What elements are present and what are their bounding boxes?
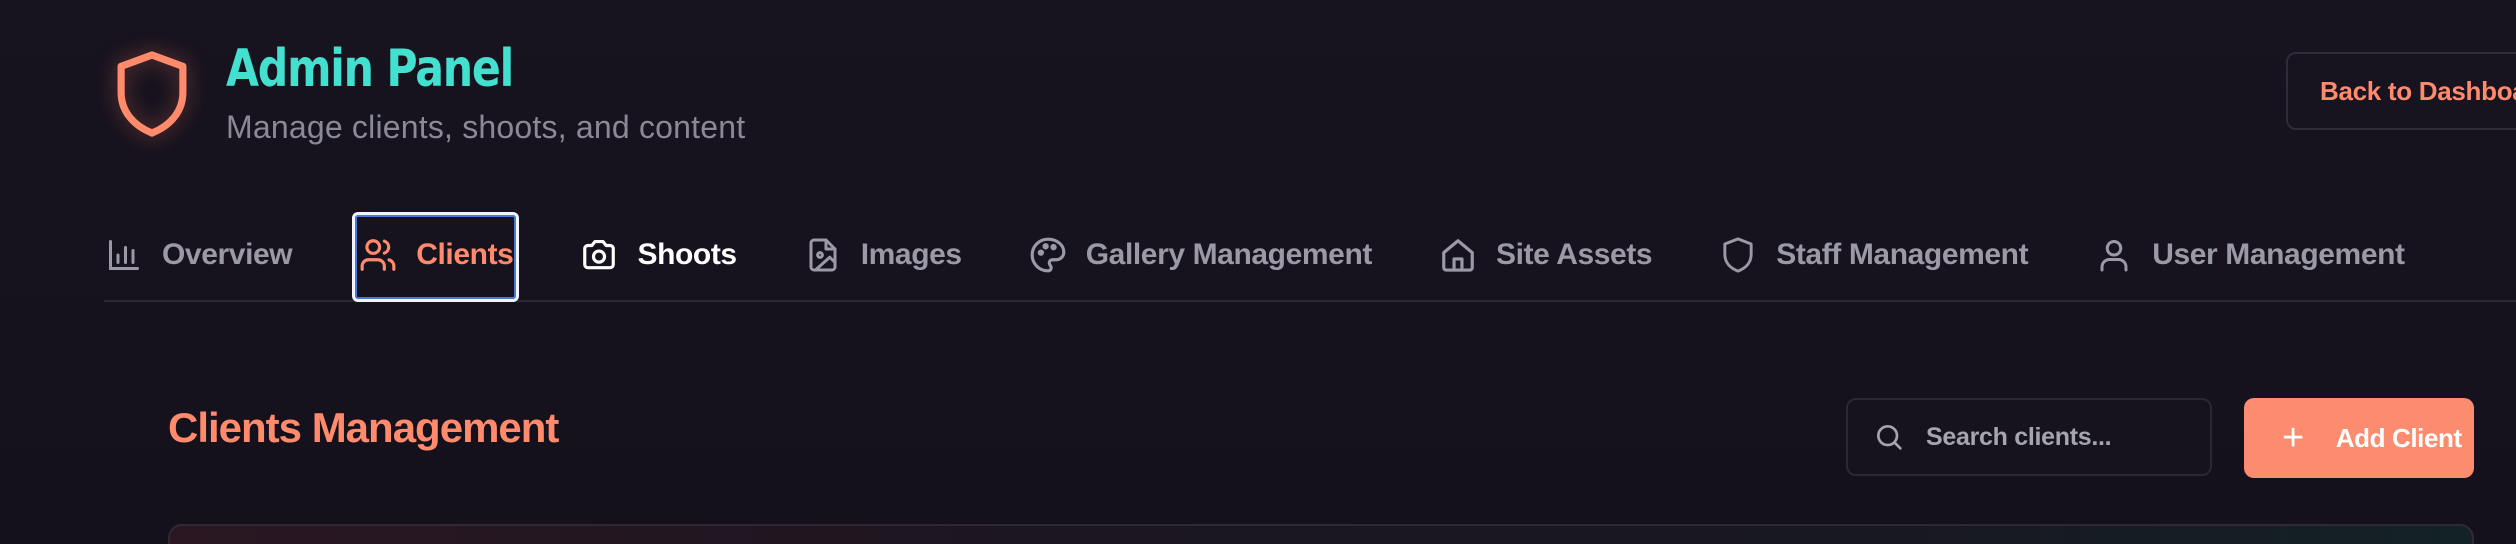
users-icon bbox=[358, 235, 398, 275]
tab-label: Clients bbox=[416, 238, 514, 271]
tab-label: Site Assets bbox=[1495, 238, 1653, 271]
search-box bbox=[1846, 398, 2212, 476]
header: Admin Panel Manage clients, shoots, and … bbox=[104, 36, 745, 150]
user-icon bbox=[2094, 235, 2134, 275]
shield-icon bbox=[1718, 235, 1758, 275]
admin-tabs: Overview Clients Shoots Images Gallery M… bbox=[104, 210, 2516, 302]
search-icon bbox=[1872, 420, 1906, 454]
tab-label: Shoots bbox=[637, 238, 737, 271]
tab-label: Gallery Management bbox=[1085, 238, 1373, 271]
admin-page: Admin Panel Manage clients, shoots, and … bbox=[0, 0, 2516, 544]
tab-gallery-management[interactable]: Gallery Management bbox=[1028, 210, 1372, 300]
palette-icon bbox=[1028, 235, 1068, 275]
plus-icon: + bbox=[2282, 417, 2304, 459]
title-block: Admin Panel Manage clients, shoots, and … bbox=[226, 36, 745, 150]
add-client-button[interactable]: + Add Client bbox=[2244, 398, 2474, 478]
add-client-label: Add Client bbox=[2335, 422, 2462, 453]
tab-staff-management[interactable]: Staff Management bbox=[1718, 210, 2029, 300]
camera-icon bbox=[579, 235, 619, 275]
tab-user-management[interactable]: User Management bbox=[2094, 210, 2405, 300]
tab-label: Staff Management bbox=[1776, 238, 2029, 271]
section-title: Clients Management bbox=[168, 404, 559, 451]
home-icon bbox=[1438, 235, 1478, 275]
tab-images[interactable]: Images bbox=[803, 210, 962, 300]
search-input[interactable] bbox=[1924, 421, 2188, 453]
bar-chart-icon bbox=[104, 235, 144, 275]
tab-label: User Management bbox=[2152, 238, 2405, 271]
tab-site-assets[interactable]: Site Assets bbox=[1438, 210, 1653, 300]
page-title: Admin Panel bbox=[226, 39, 514, 99]
shield-logo-icon bbox=[104, 42, 200, 146]
page-subtitle: Manage clients, shoots, and content bbox=[226, 109, 746, 145]
tab-clients[interactable]: Clients bbox=[352, 210, 520, 302]
image-file-icon bbox=[803, 235, 843, 275]
clients-card bbox=[168, 524, 2474, 544]
tab-shoots[interactable]: Shoots bbox=[579, 210, 737, 300]
back-to-dashboard-button[interactable]: Back to Dashboard bbox=[2286, 52, 2516, 130]
tab-overview[interactable]: Overview bbox=[104, 210, 293, 300]
tab-label: Images bbox=[860, 238, 962, 271]
tab-label: Overview bbox=[162, 238, 293, 271]
